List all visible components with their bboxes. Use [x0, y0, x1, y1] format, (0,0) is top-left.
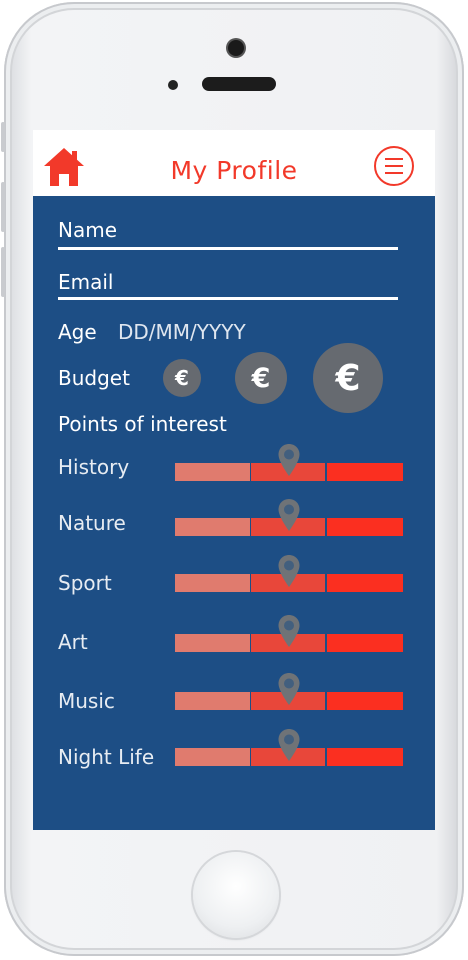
interest-label-music: Music	[58, 689, 115, 713]
interest-label-art: Art	[58, 630, 88, 654]
age-input[interactable]: DD/MM/YYYY	[118, 320, 246, 344]
interest-slider-sport[interactable]	[175, 555, 403, 592]
budget-label: Budget	[58, 366, 130, 390]
slider-segment-low	[175, 574, 250, 592]
front-camera	[228, 40, 244, 56]
earpiece-speaker	[202, 77, 276, 91]
interest-slider-history[interactable]	[175, 444, 403, 481]
budget-high-button[interactable]: €	[313, 343, 383, 413]
slider-segment-low	[175, 748, 250, 766]
slider-segment-low	[175, 518, 250, 536]
slider-segment-high	[327, 574, 403, 592]
interest-label-night-life: Night Life	[58, 745, 155, 769]
budget-medium-button[interactable]: €	[235, 352, 287, 404]
name-field-underline	[58, 247, 398, 250]
name-field[interactable]: Name	[58, 218, 117, 242]
slider-segment-high	[327, 634, 403, 652]
app-screen: My Profile Name Email Age DD/MM/YYYY Bud…	[33, 130, 435, 830]
email-field-underline	[58, 297, 398, 300]
interest-label-history: History	[58, 455, 130, 479]
slider-segment-high	[327, 518, 403, 536]
device-home-button[interactable]	[193, 852, 279, 938]
profile-form: Name Email Age DD/MM/YYYY Budget € € € P…	[33, 196, 435, 830]
euro-icon: €	[175, 366, 189, 390]
euro-icon: €	[251, 362, 271, 394]
map-pin-icon[interactable]	[277, 443, 301, 477]
interest-slider-night-life[interactable]	[175, 729, 403, 766]
interest-label-nature: Nature	[58, 511, 126, 535]
euro-icon: €	[335, 357, 361, 399]
interest-slider-art[interactable]	[175, 615, 403, 652]
map-pin-icon[interactable]	[277, 672, 301, 706]
volume-up-button	[1, 182, 5, 232]
interest-slider-nature[interactable]	[175, 499, 403, 536]
map-pin-icon[interactable]	[277, 554, 301, 588]
slider-segment-high	[327, 463, 403, 481]
interest-label-sport: Sport	[58, 571, 112, 595]
slider-segment-high	[327, 692, 403, 710]
volume-down-button	[1, 247, 5, 297]
slider-segment-low	[175, 692, 250, 710]
app-header: My Profile	[33, 130, 435, 196]
map-pin-icon[interactable]	[277, 614, 301, 648]
menu-icon[interactable]	[374, 146, 414, 186]
interest-slider-music[interactable]	[175, 673, 403, 710]
proximity-sensor	[168, 80, 178, 90]
slider-segment-low	[175, 463, 250, 481]
slider-segment-high	[327, 748, 403, 766]
map-pin-icon[interactable]	[277, 728, 301, 762]
map-pin-icon[interactable]	[277, 498, 301, 532]
slider-segment-low	[175, 634, 250, 652]
email-field[interactable]: Email	[58, 270, 114, 294]
age-label: Age	[58, 320, 97, 344]
budget-low-button[interactable]: €	[163, 359, 201, 397]
points-of-interest-heading: Points of interest	[58, 412, 227, 436]
silent-switch	[1, 122, 5, 152]
